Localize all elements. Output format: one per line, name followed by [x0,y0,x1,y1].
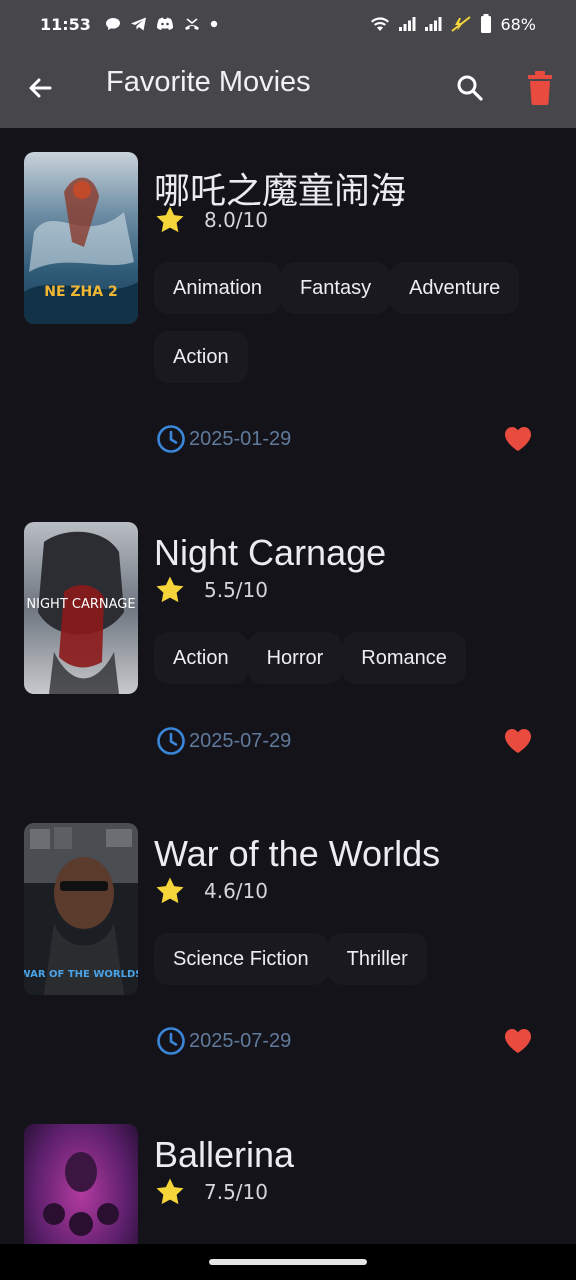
genre-list: Science Fiction Thriller [154,933,554,1002]
rating-score: 8.0/10 [204,208,268,232]
battery-icon [481,14,492,33]
page-title: Favorite Movies [106,66,311,98]
star-icon [156,576,184,603]
movie-card[interactable]: NE ZHA 2 哪吒之魔童闹海 8.0/10 Animation Fantas… [0,152,576,492]
rating: 8.0/10 [154,204,268,236]
movie-title: Night Carnage [154,532,387,573]
signal-icon-2 [425,17,442,31]
favorite-heart-icon[interactable] [504,1028,532,1054]
rating: 7.5/10 [154,1176,268,1208]
release-date: 2025-01-29 [189,427,292,450]
search-icon[interactable] [454,72,486,104]
genre-chip[interactable]: Adventure [390,262,520,314]
genre-chip[interactable]: Science Fiction [154,933,328,985]
clock-icon [157,425,185,453]
movie-card[interactable]: NIGHT CARNAGE Night Carnage 5.5/10 Actio… [0,522,576,792]
release-date: 2025-07-29 [189,1029,292,1052]
rating: 4.6/10 [154,875,268,907]
genre-list: Animation Fantasy Adventure Action [154,262,554,400]
movie-poster[interactable]: WAR OF THE WORLDS [24,823,138,995]
genre-list: Action Horror Romance [154,632,554,701]
rating-score: 4.6/10 [204,879,268,903]
star-icon [156,1178,184,1205]
movie-card[interactable]: Ballerina 7.5/10 [0,1124,576,1244]
rating-score: 7.5/10 [204,1180,268,1204]
poster-text: NIGHT CARNAGE [26,597,135,612]
genre-chip[interactable]: Romance [342,632,466,684]
release-date-row: 2025-07-29 [156,726,291,756]
battery-percent: 68% [500,14,536,34]
genre-chip[interactable]: Action [154,331,248,383]
power-saver-icon [451,16,472,32]
signal-icon [399,17,416,31]
clock-icon [157,1027,185,1055]
app-bar: Favorite Movies [0,48,576,128]
poster-text: WAR OF THE WORLDS [24,969,138,980]
status-time: 11:53 [40,14,91,34]
notification-dot-icon [210,20,218,28]
star-icon [156,877,184,904]
status-bar: 11:53 68% [0,0,576,48]
missed-call-icon [184,18,199,30]
genre-chip[interactable]: Animation [154,262,281,314]
genre-chip[interactable]: Horror [247,632,343,684]
chat-bubble-icon [105,18,120,30]
movie-card[interactable]: WAR OF THE WORLDS War of the Worlds 4.6/… [0,823,576,1093]
movie-title: Ballerina [154,1134,295,1175]
telegram-icon [130,17,146,31]
rating: 5.5/10 [154,574,268,606]
genre-chip[interactable]: Fantasy [280,262,391,314]
favorite-heart-icon[interactable] [504,728,532,754]
poster-text: NE ZHA 2 [44,284,117,300]
wifi-icon [371,17,390,31]
clock-icon [157,727,185,755]
favorite-heart-icon[interactable] [504,426,532,452]
home-gesture-handle[interactable] [209,1259,367,1265]
back-arrow-icon[interactable] [24,72,56,104]
genre-chip[interactable]: Action [154,632,248,684]
release-date-row: 2025-01-29 [156,424,291,454]
movie-title: War of the Worlds [154,833,441,874]
discord-icon [156,17,173,30]
star-icon [156,206,184,233]
release-date: 2025-07-29 [189,729,292,752]
rating-score: 5.5/10 [204,578,268,602]
favorites-list: NE ZHA 2 哪吒之魔童闹海 8.0/10 Animation Fantas… [0,128,576,1244]
genre-chip[interactable]: Thriller [327,933,427,985]
release-date-row: 2025-07-29 [156,1026,291,1056]
delete-trash-icon[interactable] [524,70,556,106]
movie-poster[interactable]: NE ZHA 2 [24,152,138,324]
movie-poster[interactable]: NIGHT CARNAGE [24,522,138,694]
system-nav-bar [0,1244,576,1280]
movie-poster[interactable] [24,1124,138,1244]
